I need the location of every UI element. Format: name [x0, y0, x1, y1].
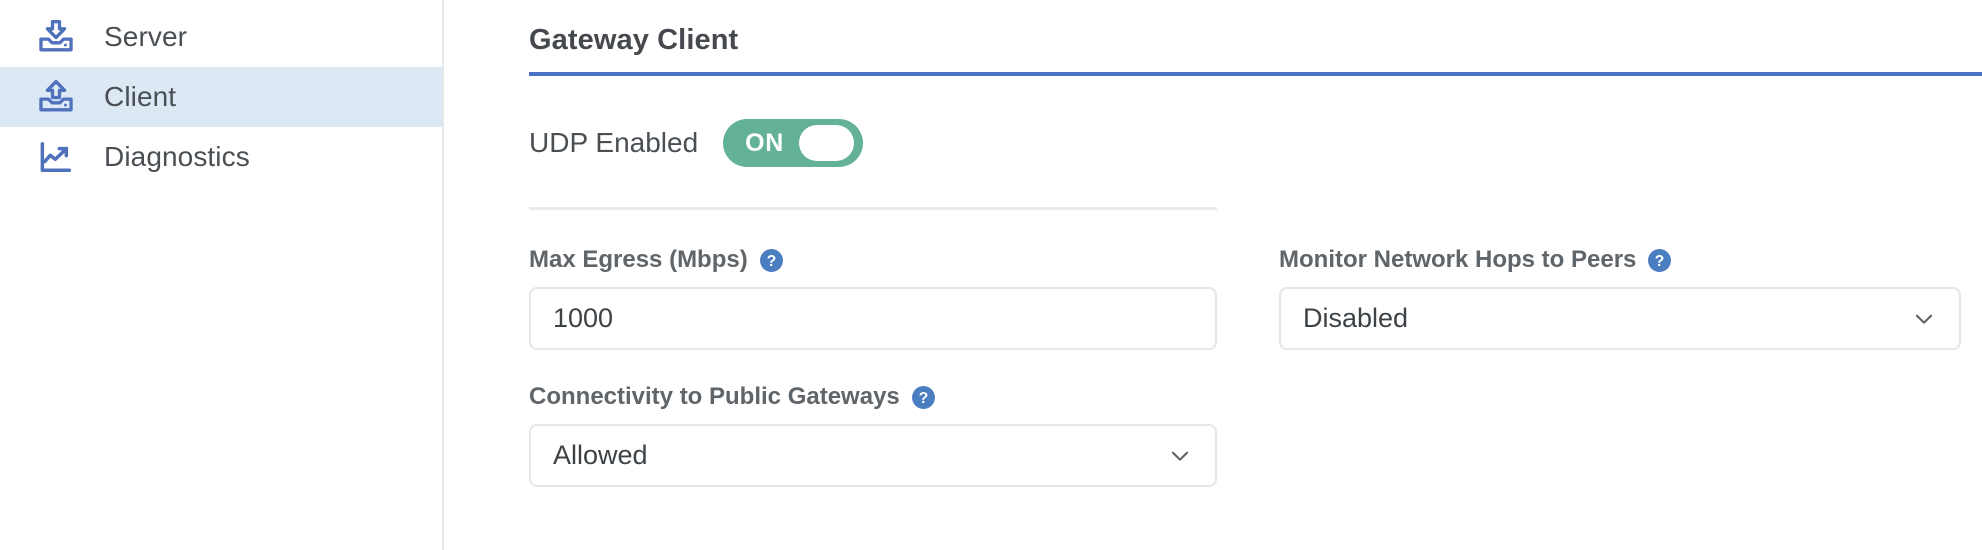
svg-text:?: ?	[766, 252, 776, 269]
help-icon[interactable]: ?	[759, 248, 784, 273]
title-underline	[529, 72, 1982, 76]
form-row-2: Connectivity to Public Gateways ? Allowe…	[529, 383, 1982, 487]
monitor-hops-value: Disabled	[1303, 303, 1409, 333]
help-icon[interactable]: ?	[911, 385, 936, 410]
udp-enabled-state-text: ON	[745, 128, 784, 157]
tray-download-icon	[33, 14, 79, 60]
sidebar-item-label: Client	[104, 81, 177, 112]
page-title: Gateway Client	[529, 24, 739, 56]
toggle-knob	[799, 125, 855, 161]
monitor-hops-select[interactable]: Disabled	[1279, 287, 1961, 350]
field-label-row: Max Egress (Mbps) ?	[529, 246, 1217, 274]
svg-text:?: ?	[918, 389, 928, 406]
form-row-1: Max Egress (Mbps) ? 1000 Monitor Network…	[529, 246, 1982, 350]
main-panel: Gateway Client UDP Enabled ON Max Egress…	[444, 0, 1982, 550]
max-egress-input[interactable]: 1000	[529, 287, 1217, 350]
field-label-row: Connectivity to Public Gateways ?	[529, 383, 1217, 411]
sidebar-item-client[interactable]: Client	[0, 67, 442, 127]
section-divider	[529, 207, 1217, 210]
udp-enabled-label: UDP Enabled	[529, 127, 699, 158]
field-monitor-hops: Monitor Network Hops to Peers ? Disabled	[1279, 246, 1961, 350]
chevron-down-icon	[1911, 306, 1937, 332]
field-label-row: Monitor Network Hops to Peers ?	[1279, 246, 1961, 274]
sidebar-item-diagnostics[interactable]: Diagnostics	[0, 127, 442, 187]
line-chart-icon	[33, 134, 79, 180]
sidebar-item-label: Diagnostics	[104, 141, 250, 172]
sidebar-item-server[interactable]: Server	[0, 7, 442, 67]
settings-form: Max Egress (Mbps) ? 1000 Monitor Network…	[529, 246, 1982, 487]
max-egress-value: 1000	[553, 303, 614, 333]
max-egress-label: Max Egress (Mbps)	[529, 246, 748, 273]
udp-enabled-row: UDP Enabled ON	[529, 119, 1982, 167]
sidebar-item-label: Server	[104, 21, 188, 52]
help-icon[interactable]: ?	[1647, 248, 1672, 273]
sidebar: Server Client Diagnostics	[0, 0, 444, 550]
public-gateways-select[interactable]: Allowed	[529, 424, 1217, 487]
public-gateways-value: Allowed	[553, 440, 648, 470]
public-gateways-label: Connectivity to Public Gateways	[529, 383, 900, 410]
field-public-gateways: Connectivity to Public Gateways ? Allowe…	[529, 383, 1217, 487]
chevron-down-icon	[1167, 443, 1193, 469]
app-root: Server Client Diagnostics Gateway Client…	[0, 0, 1982, 550]
field-max-egress: Max Egress (Mbps) ? 1000	[529, 246, 1217, 350]
svg-text:?: ?	[1655, 252, 1665, 269]
tray-upload-icon	[33, 74, 79, 120]
udp-enabled-toggle[interactable]: ON	[723, 119, 864, 167]
monitor-hops-label: Monitor Network Hops to Peers	[1279, 246, 1637, 273]
